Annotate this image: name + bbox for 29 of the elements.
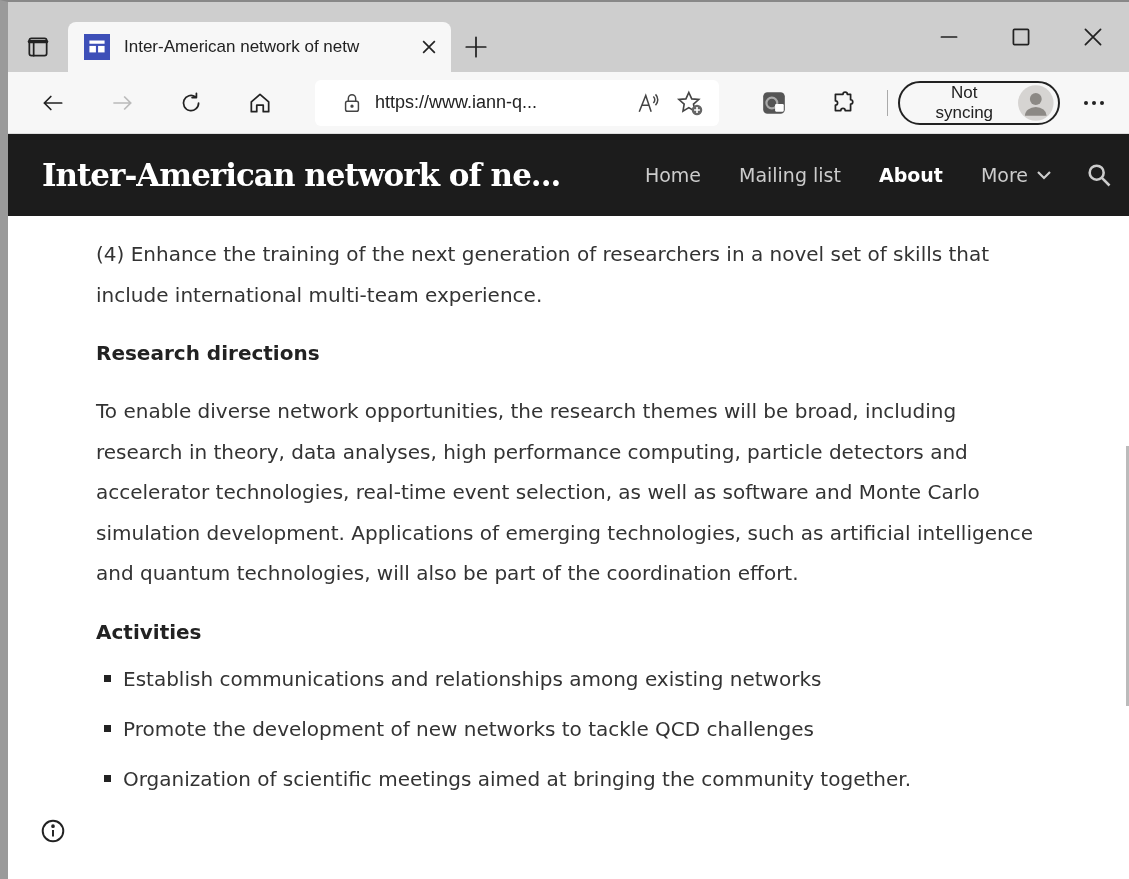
- list-item: Establish communications and relationships among existing networks: [123, 666, 822, 691]
- address-bar[interactable]: https://www.iann-q...: [314, 79, 719, 126]
- section-heading: Activities: [96, 618, 203, 646]
- chevron-icon: [1036, 170, 1052, 180]
- extension-icon[interactable]: [760, 89, 787, 116]
- browser-tab[interactable]: Inter-American network of netw: [68, 22, 451, 72]
- list-item: Promote the development of new networks to tackle QCD challenges: [123, 716, 814, 741]
- nav-link[interactable]: Home: [625, 164, 720, 186]
- paragraph: (4) Enhance the training of the next generation of researchers in a novel set of skills that include international multi-team experience.: [96, 241, 991, 309]
- avatar-icon: [1018, 84, 1054, 121]
- section-heading: Research directions: [96, 340, 321, 367]
- nav-link[interactable]: More: [961, 164, 1071, 186]
- paragraph: To enable diverse network opportunities, the research themes will be broad, including research in theory, data analyses, high performance computing, particle detectors and accelerator technologies, real-time event selection, as well as software and Monte Carlo simulation development. Applications of emerging technologies, such as artificial intelligence and quantum technologies, will also be part of the coordination effort.: [96, 398, 1034, 587]
- tab-title: Inter-American network of netw: [124, 37, 361, 57]
- search-icon[interactable]: [1085, 161, 1113, 189]
- list-item: Organization of scientific meetings aimed at bringing the community together.: [123, 766, 911, 791]
- info-icon[interactable]: [40, 818, 66, 844]
- more-icon[interactable]: [1082, 99, 1107, 106]
- site-icon: [84, 34, 110, 60]
- sync-button[interactable]: Not syncing: [898, 80, 1060, 125]
- plus-icon[interactable]: [463, 34, 489, 60]
- bullet-icon: [104, 675, 111, 682]
- nav-link[interactable]: Mailing list: [720, 164, 860, 186]
- bullet-icon: [104, 775, 111, 782]
- bullet-icon: [104, 725, 111, 732]
- sidebar-icon[interactable]: [25, 34, 51, 60]
- url-text: https://www.iann-q...: [374, 92, 538, 113]
- site-title[interactable]: Inter-American network of ne...: [42, 157, 561, 193]
- nav-link[interactable]: About: [859, 164, 962, 186]
